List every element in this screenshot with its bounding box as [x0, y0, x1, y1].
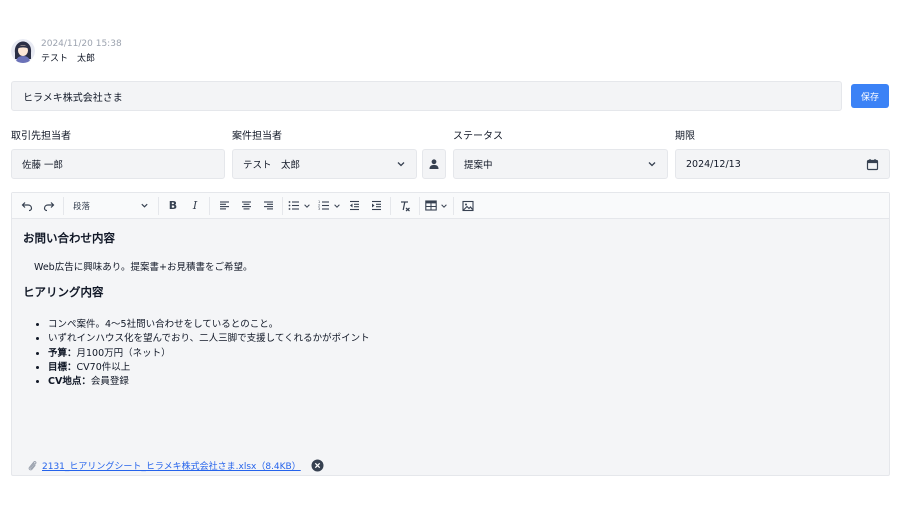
bullet-list-button[interactable]	[286, 195, 313, 217]
bold-icon[interactable]: B	[162, 195, 184, 217]
clear-formatting-icon[interactable]	[394, 195, 416, 217]
person-icon	[429, 159, 439, 169]
align-right-icon[interactable]	[257, 195, 279, 217]
italic-icon[interactable]: I	[184, 195, 206, 217]
svg-text:3: 3	[318, 207, 320, 211]
toolbar-divider	[390, 196, 391, 215]
deal-owner-select[interactable]: テスト 太郎	[232, 149, 417, 179]
toolbar-divider	[209, 196, 210, 215]
numbered-list-button[interactable]: 123	[316, 195, 343, 217]
list-item: 予算：月100万円（ネット）	[48, 347, 370, 361]
list-item: いずれインハウス化を望んでおり、二人三脚で支援してくれるかがポイント	[48, 332, 370, 346]
content-paragraph: Web広告に興味あり。提案書+お見積書をご希望。	[34, 262, 253, 273]
align-center-icon[interactable]	[235, 195, 257, 217]
assign-person-button[interactable]	[422, 149, 446, 179]
list-item: CV地点：会員登録	[48, 375, 370, 389]
content-heading: お問い合わせ内容	[23, 231, 115, 245]
paragraph-style-value: 段落	[73, 201, 91, 212]
insert-image-icon[interactable]	[457, 195, 479, 217]
list-item: 目標：CV70件以上	[48, 361, 370, 375]
chevron-down-icon	[334, 203, 340, 208]
remove-attachment-icon[interactable]	[311, 459, 324, 472]
chevron-down-icon	[304, 203, 310, 208]
attachment: 2131_ヒアリングシート_ヒラメキ株式会社さま.xlsx（8.4KB）	[27, 459, 324, 472]
client-contact-field[interactable]: 佐藤 一郎	[11, 149, 225, 179]
deadline-date-field[interactable]: 2024/12/13	[675, 149, 890, 179]
table-icon	[425, 200, 437, 211]
memo-timestamp: 2024/11/20 15:38	[41, 39, 122, 49]
paragraph-style-select[interactable]: 段落	[67, 195, 155, 217]
save-button[interactable]: 保存	[851, 84, 889, 108]
list-item: コンペ案件。4〜5社問い合わせをしているとのこと。	[48, 318, 370, 332]
deal-owner-value: テスト 太郎	[243, 160, 301, 171]
memo-author: テスト 太郎	[41, 54, 96, 64]
bullet-list-icon	[288, 201, 299, 210]
memo-header: 2024/11/20 15:38 テスト 太郎	[11, 38, 122, 66]
title-input[interactable]: ヒラメキ株式会社さま	[11, 81, 842, 111]
rich-text-editor[interactable]: 段落 B I 123 お問い合わせ内容 Web広告に興味あり。提案書+お見積書を…	[11, 192, 890, 476]
redo-icon[interactable]	[38, 195, 60, 217]
indent-icon[interactable]	[365, 195, 387, 217]
content-heading: ヒアリング内容	[23, 285, 104, 299]
editor-toolbar: 段落 B I 123	[12, 193, 889, 219]
chevron-down-icon	[141, 203, 148, 208]
client-contact-label: 取引先担当者	[11, 131, 71, 142]
deal-owner-label: 案件担当者	[232, 131, 282, 142]
client-contact-value: 佐藤 一郎	[22, 160, 64, 171]
status-value: 提案中	[464, 160, 493, 171]
attachment-link[interactable]: 2131_ヒアリングシート_ヒラメキ株式会社さま.xlsx（8.4KB）	[42, 459, 301, 472]
status-select[interactable]: 提案中	[453, 149, 668, 179]
chevron-down-icon	[397, 162, 405, 167]
calendar-icon[interactable]	[866, 158, 879, 171]
outdent-icon[interactable]	[343, 195, 365, 217]
toolbar-divider	[453, 196, 454, 215]
chevron-down-icon	[648, 162, 656, 167]
toolbar-divider	[282, 196, 283, 215]
toolbar-divider	[158, 196, 159, 215]
status-label: ステータス	[453, 131, 503, 142]
insert-table-button[interactable]	[423, 195, 450, 217]
paperclip-icon	[28, 460, 37, 470]
deadline-label: 期限	[675, 131, 695, 142]
align-left-icon[interactable]	[213, 195, 235, 217]
toolbar-divider	[419, 196, 420, 215]
bullet-list: コンペ案件。4〜5社問い合わせをしているとのこと。 いずれインハウス化を望んでお…	[48, 318, 370, 389]
chevron-down-icon	[441, 203, 447, 208]
deadline-value: 2024/12/13	[686, 158, 741, 170]
numbered-list-icon: 123	[318, 200, 329, 211]
undo-icon[interactable]	[16, 195, 38, 217]
toolbar-divider	[63, 196, 64, 215]
title-value: ヒラメキ株式会社さま	[23, 92, 123, 104]
user-avatar	[11, 39, 35, 63]
